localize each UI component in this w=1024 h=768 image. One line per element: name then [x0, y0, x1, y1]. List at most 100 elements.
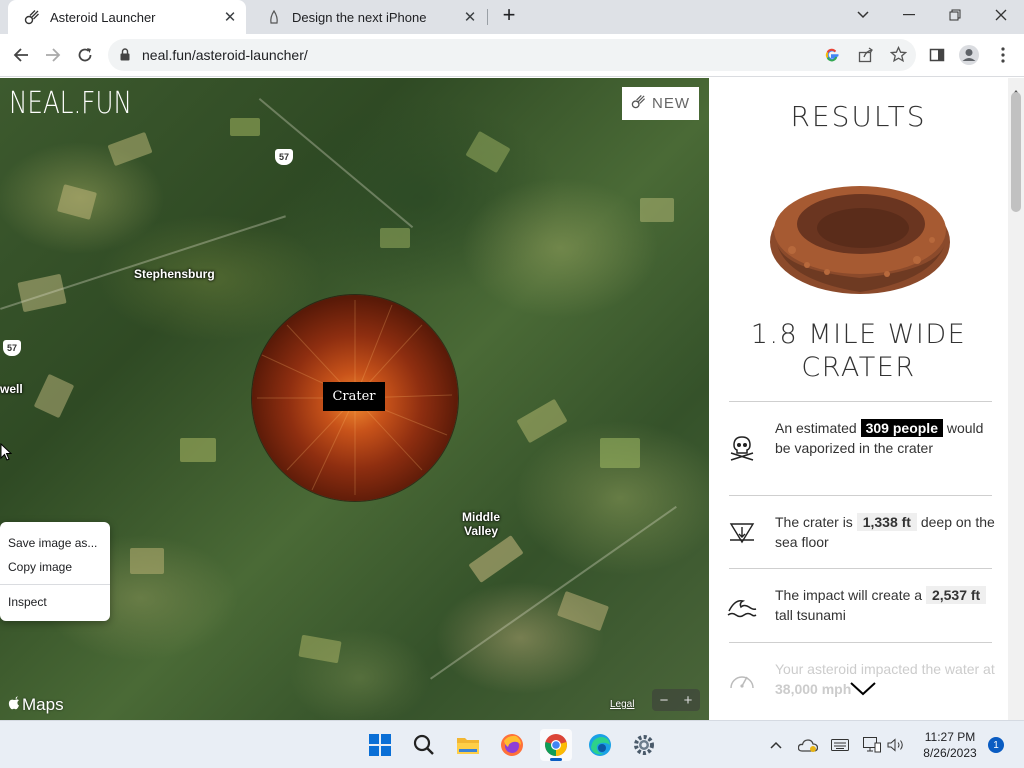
firefox-icon[interactable]	[496, 729, 528, 761]
wave-icon	[727, 592, 757, 622]
lock-icon[interactable]	[120, 48, 130, 66]
map-road	[0, 215, 286, 310]
tab-asteroid-launcher[interactable]: Asteroid Launcher ✕	[8, 0, 246, 34]
crater-heading-line2: CRATER	[801, 352, 916, 383]
stat-text: The impact will create a	[775, 587, 923, 603]
edge-icon[interactable]	[584, 729, 616, 761]
results-divider	[729, 495, 992, 496]
close-icon[interactable]: ✕	[220, 7, 240, 27]
scroll-down-chevron-icon[interactable]	[849, 681, 877, 702]
place-label-middle-valley: Middle Valley	[462, 510, 500, 538]
tab-title: Design the next iPhone	[292, 9, 427, 25]
stat-value-people: 309 people	[860, 419, 943, 437]
scrollbar-thumb[interactable]	[1011, 92, 1021, 212]
map-field	[107, 131, 153, 167]
map-field	[180, 438, 216, 462]
bookmark-star-icon[interactable]	[889, 45, 908, 68]
map-field	[17, 273, 67, 313]
place-label-partial: well	[0, 382, 23, 396]
results-divider	[729, 642, 992, 643]
stat-text: The crater is	[775, 514, 853, 530]
neal-fun-logo[interactable]: NEAL.FUN	[9, 86, 132, 121]
tab-design-iphone[interactable]: Design the next iPhone ✕	[250, 0, 486, 34]
clock-date: 8/26/2023	[923, 746, 977, 760]
stat-vaporized: An estimated 309 people would be vaporiz…	[775, 418, 995, 458]
map-field	[556, 590, 610, 632]
new-tab-icon[interactable]: +	[492, 0, 526, 30]
depth-icon	[727, 517, 757, 547]
zoom-in-button[interactable]: +	[684, 692, 693, 709]
keyboard-icon[interactable]	[830, 735, 850, 755]
context-menu-inspect[interactable]: Inspect	[8, 595, 47, 609]
minimize-icon[interactable]	[886, 0, 932, 30]
apple-logo-icon	[8, 695, 20, 715]
restore-icon[interactable]	[932, 0, 978, 30]
tab-search-chevron-icon[interactable]	[840, 0, 886, 30]
windows-start-icon[interactable]	[364, 729, 396, 761]
map-field	[468, 535, 524, 583]
volume-icon[interactable]	[886, 735, 906, 755]
phone-favicon-icon	[266, 9, 282, 25]
menu-kebab-icon[interactable]	[988, 40, 1018, 70]
results-divider	[729, 568, 992, 569]
map-field	[465, 130, 511, 174]
onedrive-icon[interactable]	[798, 735, 818, 755]
asteroid-favicon-icon	[24, 9, 40, 25]
close-icon[interactable]: ✕	[460, 7, 480, 27]
mouse-cursor-icon	[0, 442, 13, 466]
chrome-icon[interactable]	[540, 729, 572, 761]
side-panel-icon[interactable]	[922, 40, 952, 70]
stat-value-tsunami: 2,537 ft	[925, 586, 987, 604]
stat-depth: The crater is 1,338 ft deep on the sea f…	[775, 512, 995, 552]
google-lens-icon[interactable]	[824, 47, 840, 68]
share-icon[interactable]	[858, 47, 874, 68]
back-icon[interactable]	[6, 40, 36, 70]
stat-text: An estimated	[775, 420, 857, 436]
show-hidden-icons-chevron-icon[interactable]	[766, 735, 786, 755]
zoom-control: − +	[652, 689, 700, 711]
satellite-map[interactable]: NEAL.FUN NEW 57 57 Stephensburg Middle V…	[0, 78, 709, 720]
speedometer-icon	[727, 665, 757, 695]
notification-badge[interactable]: 1	[988, 737, 1004, 753]
network-monitor-icon[interactable]	[862, 735, 882, 755]
page-scrollbar[interactable]	[1008, 78, 1024, 720]
search-icon[interactable]	[408, 729, 440, 761]
file-explorer-icon[interactable]	[452, 729, 484, 761]
active-app-indicator	[550, 758, 562, 761]
windows-taskbar: 11:27 PM 8/26/2023 1	[0, 720, 1024, 768]
zoom-out-button[interactable]: −	[660, 692, 669, 709]
address-bar[interactable]: neal.fun/asteroid-launcher/	[108, 39, 916, 71]
browser-toolbar: neal.fun/asteroid-launcher/	[0, 34, 1024, 77]
tab-separator	[487, 9, 488, 25]
context-menu-copy-image[interactable]: Copy image	[8, 560, 72, 574]
profile-avatar-icon[interactable]	[954, 40, 984, 70]
tab-title: Asteroid Launcher	[50, 9, 156, 25]
close-window-icon[interactable]	[978, 0, 1024, 30]
crater-illustration	[767, 170, 953, 300]
stat-text: Your asteroid impacted the water at	[775, 661, 995, 677]
map-field	[33, 373, 75, 419]
map-field	[56, 184, 98, 220]
crater-label[interactable]: Crater	[323, 382, 385, 411]
stat-value-speed: 38,000 mph	[775, 681, 852, 697]
reload-icon[interactable]	[70, 40, 100, 70]
route-shield: 57	[3, 340, 21, 356]
crater-heading-line1: 1.8 MILE WIDE	[750, 319, 967, 350]
map-field	[298, 634, 342, 664]
map-field	[230, 118, 260, 136]
new-label: NEW	[652, 95, 690, 112]
stat-impact-speed: Your asteroid impacted the water at 38,0…	[775, 659, 995, 699]
new-asteroid-button[interactable]: NEW	[622, 87, 699, 120]
system-clock[interactable]: 11:27 PM 8/26/2023	[915, 729, 985, 761]
legal-link[interactable]: Legal	[610, 699, 634, 710]
map-field	[640, 198, 674, 222]
settings-gear-icon[interactable]	[628, 729, 660, 761]
context-menu-save-image[interactable]: Save image as...	[8, 536, 97, 550]
map-field	[516, 398, 568, 444]
results-divider	[729, 401, 992, 402]
results-title: RESULTS	[790, 100, 927, 133]
forward-icon[interactable]	[38, 40, 68, 70]
stat-text: tall tsunami	[775, 607, 846, 623]
map-field	[600, 438, 640, 468]
stat-value-depth: 1,338 ft	[856, 513, 917, 531]
